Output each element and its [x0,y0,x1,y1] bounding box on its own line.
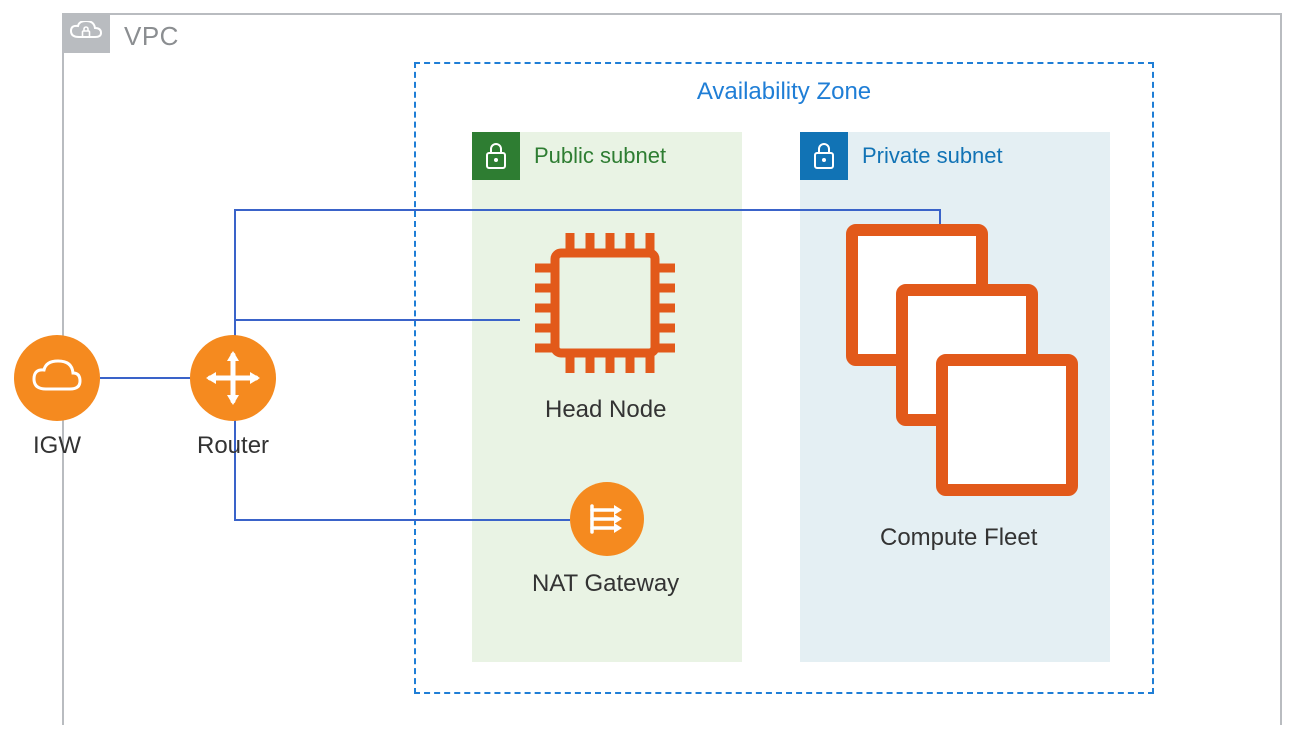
router-label: Router [197,432,269,460]
cloud-lock-icon [62,13,110,53]
private-subnet-label: Private subnet [862,143,1003,169]
diagram-stage: VPC Availability Zone Public subnet [0,0,1300,731]
vpc-label: VPC [124,21,179,52]
processor-chip-icon [520,218,690,388]
nat-gateway-label: NAT Gateway [532,570,679,598]
compute-fleet-icon [840,218,1080,498]
lock-icon [800,132,848,180]
nat-gateway-icon [570,482,644,556]
router-icon [190,335,276,421]
availability-zone-label: Availability Zone [416,78,1152,106]
compute-fleet-label: Compute Fleet [880,524,1037,552]
public-subnet-label: Public subnet [534,143,666,169]
cloud-icon [14,335,100,421]
head-node-label: Head Node [545,396,666,424]
igw-label: IGW [33,432,81,460]
lock-icon [472,132,520,180]
